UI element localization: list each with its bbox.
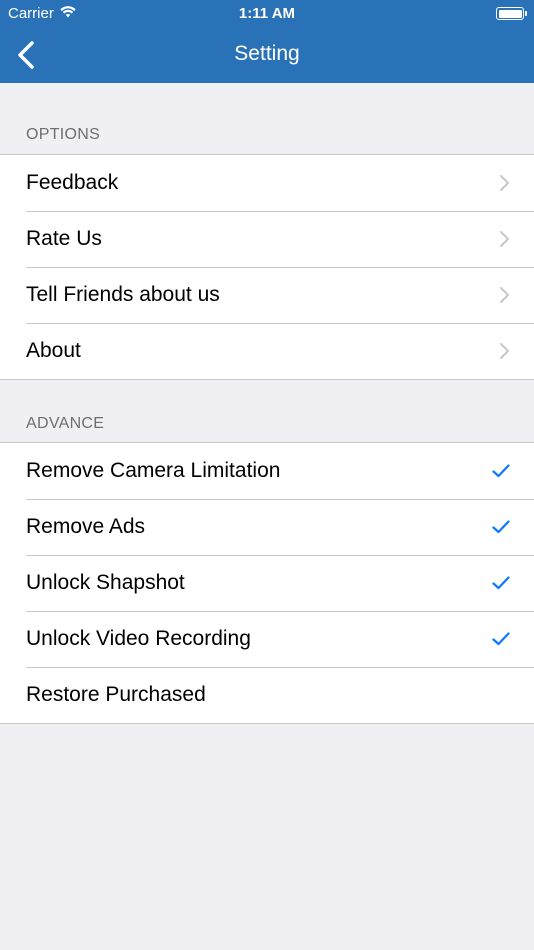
- row-label: Feedback: [26, 171, 119, 194]
- checkmark-icon: [492, 520, 510, 534]
- status-bar: Carrier 1:11 AM: [0, 0, 534, 28]
- row-remove-ads[interactable]: Remove Ads: [0, 499, 534, 555]
- row-label: Tell Friends about us: [26, 283, 220, 306]
- row-label: Remove Camera Limitation: [26, 459, 281, 482]
- battery-fill: [498, 9, 522, 18]
- row-label: Unlock Video Recording: [26, 627, 251, 650]
- status-time: 1:11 AM: [238, 5, 296, 22]
- chevron-right-icon: [499, 174, 510, 192]
- chevron-right-icon: [499, 230, 510, 248]
- section-header-options: OPTIONS: [26, 126, 101, 143]
- navigation-bar: Setting: [0, 28, 534, 83]
- advance-group: Remove Camera Limitation Remove Ads Unlo…: [0, 442, 534, 724]
- top-bar: Carrier 1:11 AM Setting: [0, 0, 534, 83]
- row-remove-camera-limitation[interactable]: Remove Camera Limitation: [0, 443, 534, 499]
- checkmark-icon: [492, 576, 510, 590]
- row-label: Unlock Shapshot: [26, 571, 185, 594]
- row-label: Remove Ads: [26, 515, 146, 538]
- options-group: Feedback Rate Us Tell Friends about us A…: [0, 154, 534, 380]
- chevron-right-icon: [499, 342, 510, 360]
- row-unlock-video-recording[interactable]: Unlock Video Recording: [0, 611, 534, 667]
- row-unlock-snapshot[interactable]: Unlock Shapshot: [0, 555, 534, 611]
- section-header-advance: ADVANCE: [26, 415, 105, 432]
- checkmark-icon: [492, 464, 510, 478]
- checkmark-icon: [492, 632, 510, 646]
- row-label: About: [26, 339, 81, 362]
- page-title: Setting: [234, 42, 300, 65]
- row-rate-us[interactable]: Rate Us: [0, 211, 534, 267]
- row-about[interactable]: About: [0, 323, 534, 379]
- row-label: Rate Us: [26, 227, 102, 250]
- row-label: Restore Purchased: [26, 683, 206, 706]
- row-restore-purchased[interactable]: Restore Purchased: [0, 667, 534, 723]
- chevron-right-icon: [499, 286, 510, 304]
- row-tell-friends[interactable]: Tell Friends about us: [0, 267, 534, 323]
- row-feedback[interactable]: Feedback: [0, 155, 534, 211]
- battery-icon: [496, 7, 527, 20]
